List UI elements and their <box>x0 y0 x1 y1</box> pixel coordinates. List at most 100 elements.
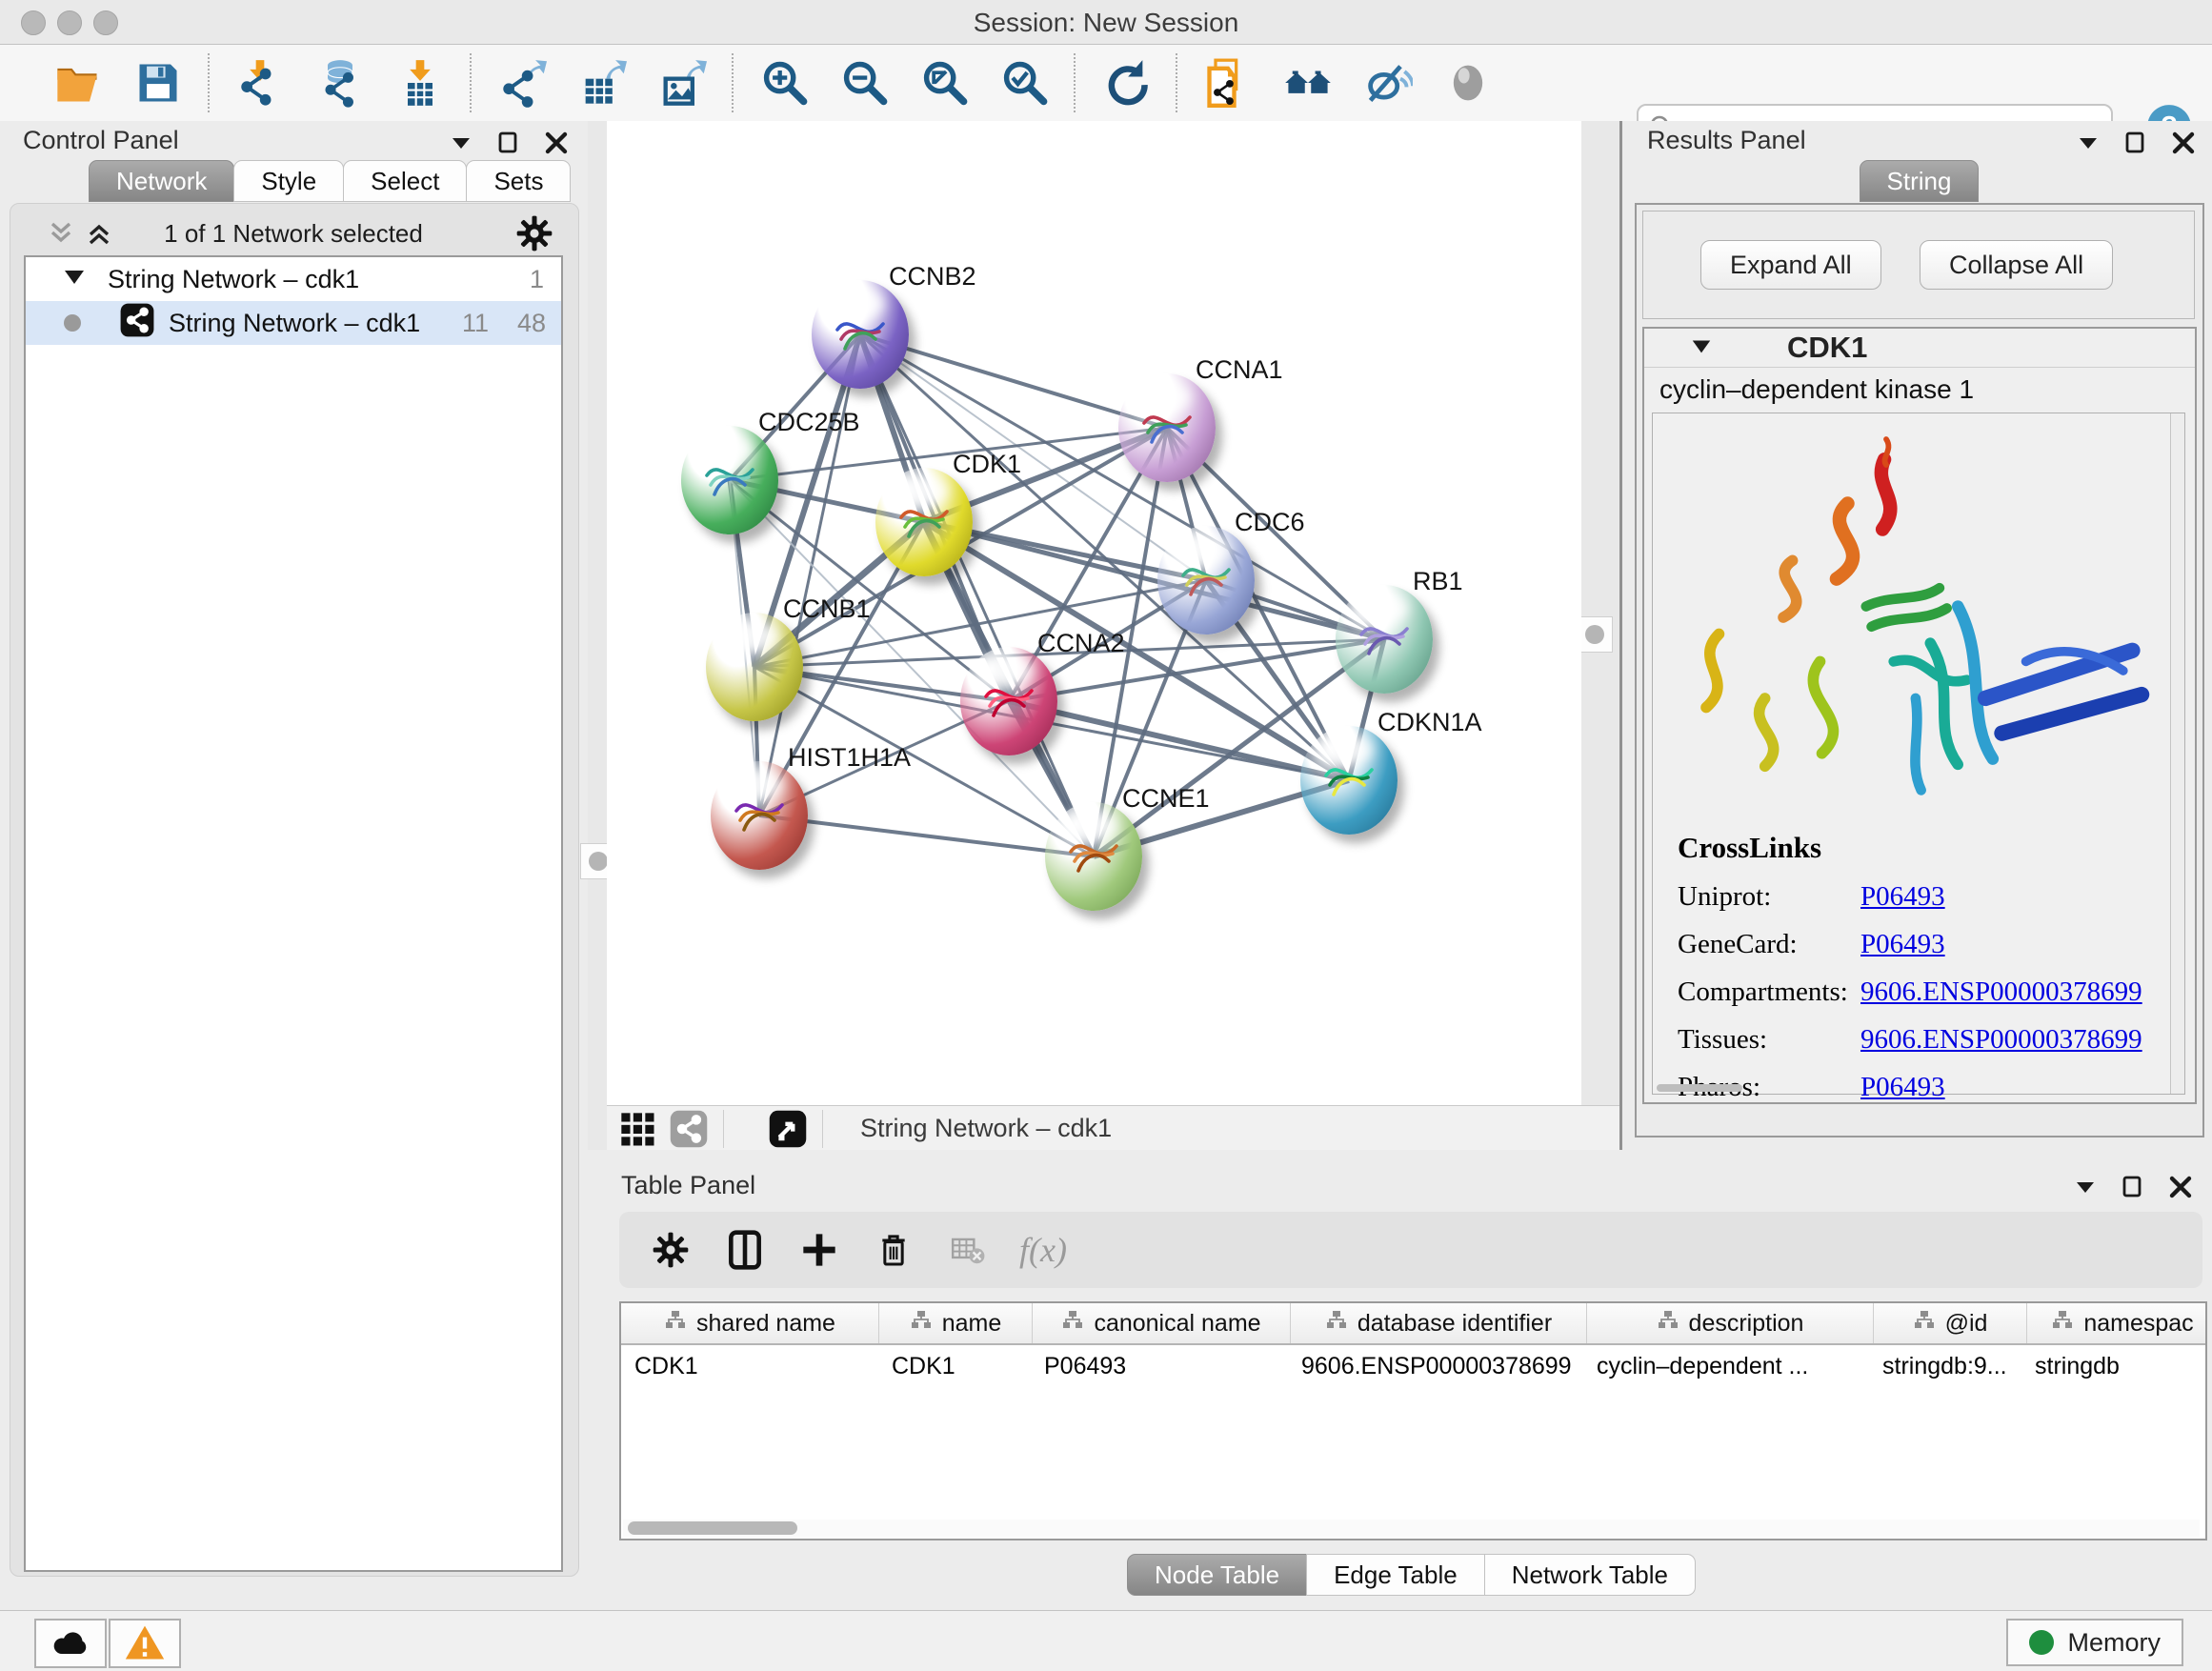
export-table-icon[interactable] <box>575 56 629 110</box>
zoom-fit-icon[interactable] <box>917 56 971 110</box>
column-header-description[interactable]: description <box>1587 1303 1874 1343</box>
table-horizontal-scrollbar[interactable] <box>623 1520 2200 1537</box>
tab-node-table[interactable]: Node Table <box>1127 1554 1307 1596</box>
network-node-HIST1H1A[interactable] <box>711 761 808 870</box>
import-database-icon[interactable] <box>313 56 367 110</box>
results-panel: Results Panel String Expand All Collapse… <box>1619 121 2212 1150</box>
homes-icon[interactable] <box>1281 56 1335 110</box>
crosslink-link[interactable]: P06493 <box>1860 1072 1945 1103</box>
table-horizontal-scroll-thumb[interactable] <box>628 1521 797 1535</box>
open-session-icon[interactable] <box>51 56 105 110</box>
toolbar-separator <box>208 53 211 112</box>
network-row[interactable]: String Network – cdk1 11 48 <box>26 301 561 345</box>
table-panel-close-icon[interactable] <box>2168 1175 2193 1199</box>
memory-button[interactable]: Memory <box>2006 1619 2183 1666</box>
birds-eye-view-icon[interactable] <box>765 1106 811 1152</box>
delete-column-trash-icon[interactable] <box>871 1227 916 1273</box>
zoom-in-icon[interactable] <box>757 56 811 110</box>
tab-string[interactable]: String <box>1860 160 1980 202</box>
control-panel-collapse-icon[interactable] <box>449 131 473 155</box>
collapse-all-button[interactable]: Collapse All <box>1920 240 2113 290</box>
zoom-selected-icon[interactable] <box>997 56 1051 110</box>
share-document-icon[interactable] <box>1201 56 1255 110</box>
show-columns-icon[interactable] <box>722 1227 768 1273</box>
results-panel-collapse-icon[interactable] <box>2076 131 2101 155</box>
tab-select[interactable]: Select <box>343 160 467 202</box>
table-panel-float-icon[interactable] <box>2121 1175 2145 1199</box>
import-network-icon[interactable] <box>233 56 287 110</box>
network-view-title: String Network – cdk1 <box>860 1114 1112 1143</box>
tab-style[interactable]: Style <box>233 160 344 202</box>
network-canvas[interactable]: CCNB2CCNA1CDC25BCDK1CDC6RB1CCNB1CCNA2CDK… <box>607 121 1581 1105</box>
export-network-icon[interactable] <box>495 56 549 110</box>
results-panel-close-icon[interactable] <box>2171 131 2196 155</box>
hide-eye-icon[interactable] <box>1361 56 1415 110</box>
crosslink-label: GeneCard: <box>1678 929 1860 960</box>
tab-sets[interactable]: Sets <box>466 160 571 202</box>
results-panel-float-icon[interactable] <box>2123 131 2148 155</box>
network-node-CDK1[interactable] <box>875 468 973 576</box>
add-column-icon[interactable] <box>796 1227 842 1273</box>
results-horizontal-scroll-thumb[interactable] <box>1657 1084 1742 1092</box>
tab-network[interactable]: Network <box>89 160 234 202</box>
right-splitter[interactable] <box>1581 121 1619 1150</box>
network-node-CCNA2[interactable] <box>960 647 1057 755</box>
zoom-out-icon[interactable] <box>837 56 891 110</box>
function-builder-icon[interactable]: f(x) <box>1019 1230 1067 1270</box>
crosslink-link[interactable]: P06493 <box>1860 929 1945 960</box>
column-header-shared-name[interactable]: shared name <box>621 1303 879 1343</box>
column-header-canonical-name[interactable]: canonical name <box>1033 1303 1291 1343</box>
app-window: Session: New Session ? Control Panel Net… <box>0 0 2212 1671</box>
column-header-database-identifier[interactable]: database identifier <box>1291 1303 1587 1343</box>
crosslink-label: Tissues: <box>1678 1024 1860 1056</box>
control-panel-float-icon[interactable] <box>496 131 521 155</box>
table-row[interactable]: CDK1CDK1P064939606.ENSP00000378699cyclin… <box>621 1345 2205 1387</box>
table-options-gear-icon[interactable] <box>648 1227 694 1273</box>
network-node-CCNE1[interactable] <box>1045 802 1142 911</box>
network-options-gear-icon[interactable] <box>515 214 553 257</box>
network-node-RB1[interactable] <box>1336 585 1433 694</box>
network-node-CDKN1A[interactable] <box>1300 726 1398 835</box>
network-node-CCNB1[interactable] <box>706 613 803 721</box>
grid-view-icon[interactable] <box>614 1106 660 1152</box>
network-node-CDC25B[interactable] <box>681 426 778 534</box>
toolbar-separator <box>1176 53 1178 112</box>
expand-all-button[interactable]: Expand All <box>1700 240 1881 290</box>
refresh-icon[interactable] <box>1099 56 1153 110</box>
tab-edge-table[interactable]: Edge Table <box>1306 1554 1485 1596</box>
collapse-triangle-icon[interactable] <box>1690 334 1713 362</box>
network-node-CDC6[interactable] <box>1157 526 1255 634</box>
crosslink-row: Uniprot:P06493 <box>1678 881 2142 913</box>
cloud-button[interactable] <box>34 1619 107 1668</box>
left-splitter[interactable] <box>588 121 607 1150</box>
export-image-icon[interactable] <box>655 56 709 110</box>
crosslink-link[interactable]: P06493 <box>1860 881 1945 913</box>
column-header--id[interactable]: @id <box>1874 1303 2027 1343</box>
save-session-icon[interactable] <box>131 56 185 110</box>
crosslink-link[interactable]: 9606.ENSP00000378699 <box>1860 976 2142 1008</box>
crosslink-label: Uniprot: <box>1678 881 1860 913</box>
network-node-CCNA1[interactable] <box>1118 373 1216 482</box>
results-vertical-scrollbar[interactable] <box>2170 413 2184 1094</box>
control-panel-title: Control Panel <box>23 126 179 155</box>
string-view-icon[interactable] <box>666 1106 712 1152</box>
tab-network-table[interactable]: Network Table <box>1484 1554 1696 1596</box>
warnings-button[interactable] <box>109 1619 181 1668</box>
import-table-icon[interactable] <box>393 56 447 110</box>
delete-table-icon[interactable] <box>945 1227 991 1273</box>
node-structure-thumbnail <box>731 786 788 845</box>
column-header-name[interactable]: name <box>879 1303 1033 1343</box>
network-node-CCNB2[interactable] <box>812 280 909 389</box>
table-panel-title: Table Panel <box>621 1171 755 1200</box>
node-structure-thumbnail <box>1356 610 1413 669</box>
show-eye-icon[interactable] <box>1441 56 1495 110</box>
expander-triangle-icon[interactable] <box>62 264 87 295</box>
network-collection-row[interactable]: String Network – cdk1 1 <box>26 257 561 301</box>
column-header-namespac[interactable]: namespac <box>2027 1303 2212 1343</box>
control-panel-close-icon[interactable] <box>544 131 569 155</box>
node-structure-thumbnail <box>832 305 889 364</box>
crosslink-link[interactable]: 9606.ENSP00000378699 <box>1860 1024 2142 1056</box>
table-panel-collapse-icon[interactable] <box>2073 1175 2098 1199</box>
column-type-icon <box>1061 1309 1084 1339</box>
right-splitter-handle[interactable] <box>1577 616 1613 653</box>
